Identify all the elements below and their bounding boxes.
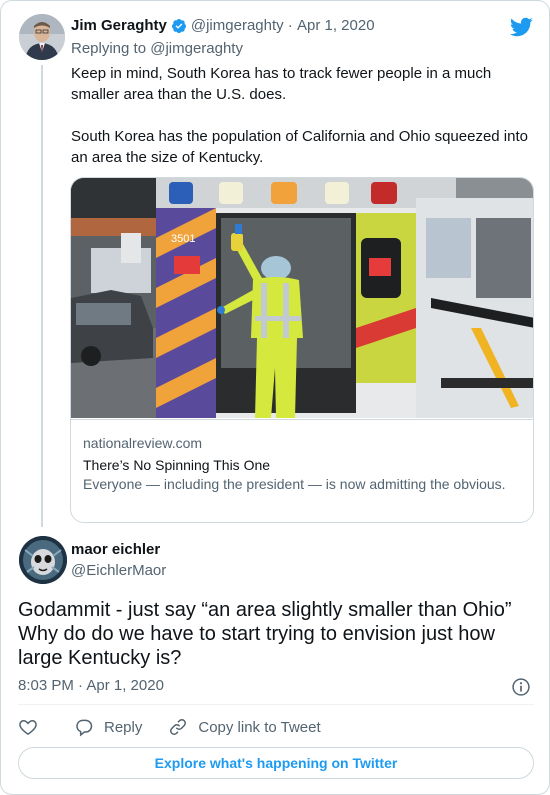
like-button[interactable]: [18, 717, 38, 737]
replying-to-text[interactable]: Replying to @jimgeraghty: [71, 40, 243, 57]
tweet-actions: Reply Copy link to Tweet: [18, 714, 321, 740]
link-title: There’s No Spinning This One: [83, 457, 271, 473]
embedded-tweet-card: Jim Geraghty @jimgeraghty · Apr 1, 2020 …: [0, 0, 550, 795]
link-card-meta: nationalreview.com There’s No Spinning T…: [71, 419, 533, 522]
copy-link-label: Copy link to Tweet: [198, 718, 321, 736]
copy-link-button[interactable]: Copy link to Tweet: [168, 717, 321, 737]
actions-divider: [18, 704, 534, 705]
heart-icon: [19, 719, 37, 735]
main-handle[interactable]: @EichlerMaor: [71, 562, 166, 579]
header-separator: ·: [283, 17, 297, 34]
link-description: Everyone — including the president — is …: [83, 476, 506, 492]
main-tweet-text: Godammit - just say “an area slightly sm…: [18, 599, 512, 669]
ambulance-number-text: 3501: [171, 233, 195, 245]
twitter-bird-icon[interactable]: [509, 15, 533, 39]
jim-geraghty-avatar[interactable]: [19, 14, 65, 60]
parent-tweet-paragraph-1: Keep in mind, South Korea has to track f…: [71, 65, 492, 103]
info-icon[interactable]: [511, 677, 531, 697]
explore-twitter-button[interactable]: Explore what's happening on Twitter: [18, 747, 534, 779]
link-preview-card[interactable]: 3501 nationalreview.com There’s No Spinn…: [70, 177, 534, 523]
link-icon: [170, 719, 187, 735]
reply-label: Reply: [104, 718, 143, 736]
main-tweet-timestamp[interactable]: 8:03 PM · Apr 1, 2020: [18, 677, 164, 694]
main-display-name[interactable]: maor eichler: [71, 541, 160, 558]
parent-tweet-paragraph-2: South Korea has the population of Califo…: [71, 128, 528, 166]
maor-eichler-avatar[interactable]: [19, 536, 67, 584]
verified-badge-icon: [171, 18, 186, 33]
thread-connector-line: [41, 65, 43, 527]
ambulance-photo: 3501: [71, 178, 533, 418]
parent-tweet-header: Jim Geraghty @jimgeraghty · Apr 1, 2020: [71, 17, 375, 34]
parent-handle[interactable]: @jimgeraghty: [191, 17, 284, 34]
reply-button[interactable]: Reply: [74, 717, 142, 737]
parent-display-name[interactable]: Jim Geraghty: [71, 17, 167, 34]
link-domain: nationalreview.com: [83, 435, 203, 451]
reply-icon: [76, 719, 93, 737]
parent-date[interactable]: Apr 1, 2020: [297, 17, 375, 34]
parent-tweet-text: Keep in mind, South Korea has to track f…: [71, 63, 536, 189]
